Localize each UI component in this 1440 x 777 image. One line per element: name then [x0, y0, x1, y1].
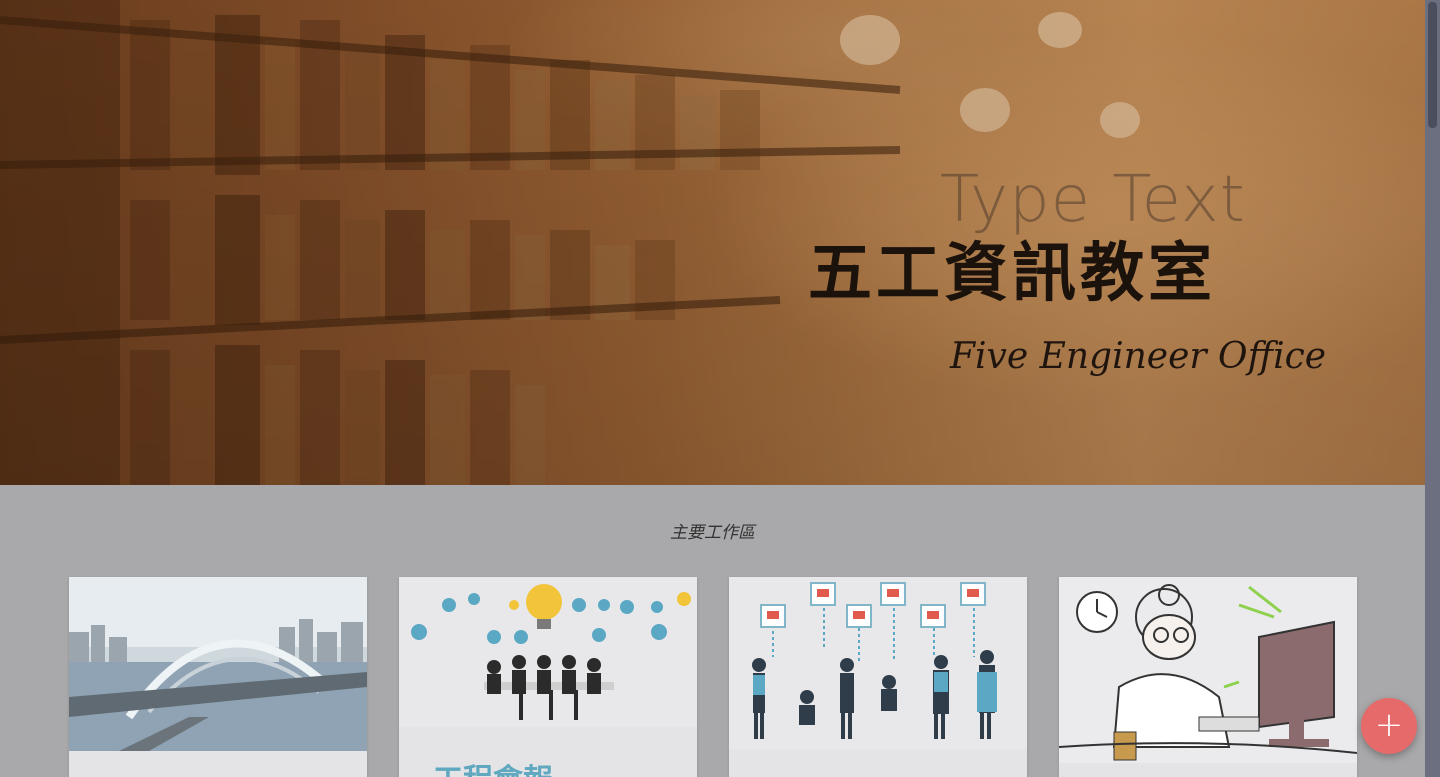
- plus-icon: +: [1374, 704, 1404, 745]
- section-title: 主要工作區: [670, 523, 755, 543]
- woman-at-computer-illustration: [1059, 577, 1357, 763]
- hero-placeholder-text: Type Text: [940, 163, 1246, 237]
- card-woman-computer[interactable]: [1059, 577, 1357, 777]
- card-people-network[interactable]: [729, 577, 1027, 777]
- card-meeting[interactable]: 工程會報: [399, 577, 697, 777]
- meeting-infographic: [399, 577, 697, 727]
- page-scrollbar[interactable]: [1425, 0, 1440, 777]
- scrollbar-thumb[interactable]: [1428, 2, 1437, 128]
- hero-subtitle: Five Engineer Office: [950, 336, 1327, 377]
- card-bridge[interactable]: [69, 577, 367, 777]
- hero-banner: Type Text 五工資訊教室 Five Engineer Office: [0, 0, 1425, 485]
- add-fab-button[interactable]: +: [1361, 698, 1417, 754]
- page: Type Text 五工資訊教室 Five Engineer Office 主要…: [0, 0, 1440, 777]
- bridge-illustration: [69, 577, 367, 751]
- card-title-engineering-report[interactable]: 工程會報: [433, 763, 553, 777]
- people-network-illustration: [729, 577, 1027, 749]
- hero-title: 五工資訊教室: [808, 236, 1216, 311]
